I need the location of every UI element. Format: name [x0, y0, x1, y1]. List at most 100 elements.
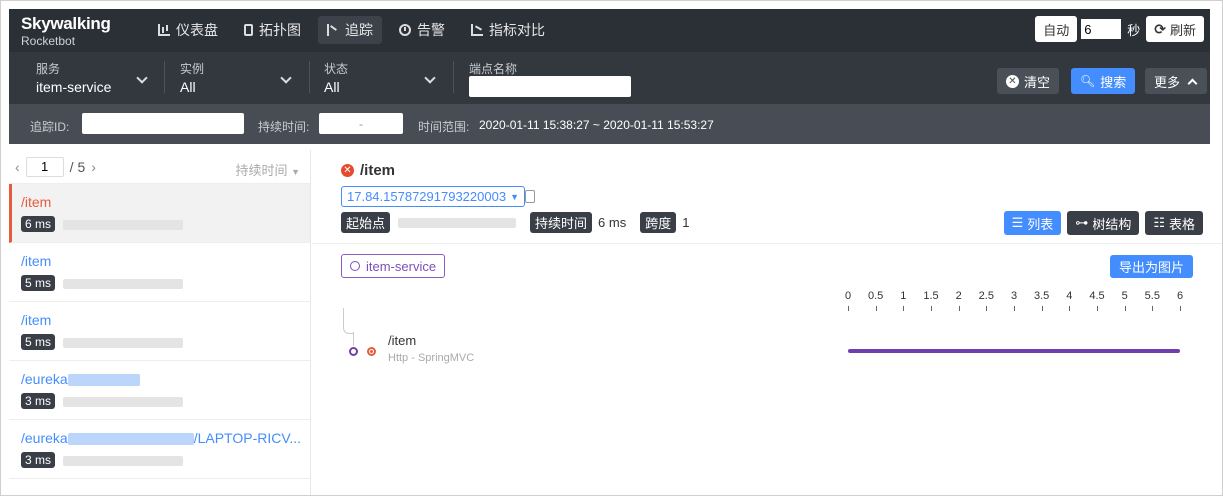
divider	[453, 61, 454, 93]
redacted-start-time	[398, 217, 517, 228]
nav-trace[interactable]: 追踪	[318, 16, 382, 44]
span-toggle-icon[interactable]	[349, 347, 358, 356]
caret-down-icon: ▼	[510, 191, 519, 202]
trace-list-item[interactable]: /item 6 ms	[9, 184, 310, 243]
tab-tree[interactable]: ⊶ 树结构	[1067, 211, 1140, 235]
duration-value: 6 ms	[598, 215, 627, 230]
refresh-icon: ⟳	[1154, 20, 1166, 37]
service-tag: item-service	[341, 254, 446, 278]
clear-button[interactable]: ✕ 清空	[997, 68, 1060, 94]
clear-label: 清空	[1024, 74, 1051, 90]
instance-select[interactable]: 实例 All	[180, 60, 292, 98]
tab-label: 列表	[1027, 216, 1054, 232]
search-label: 搜索	[1100, 74, 1127, 90]
prev-page-icon[interactable]: ‹	[15, 159, 20, 175]
divider	[312, 243, 1222, 244]
redacted-time	[63, 337, 184, 348]
axis-tick-label: 5	[1121, 290, 1128, 302]
axis-tick-label: 2.5	[978, 290, 994, 302]
axis-tick-label: 5.5	[1144, 290, 1160, 302]
axis-tick-mark	[1069, 306, 1071, 311]
axis-tick-mark	[903, 306, 905, 311]
copy-icon[interactable]	[525, 190, 535, 203]
trace-list-item[interactable]: /item 5 ms	[9, 302, 310, 361]
top-navbar: Skywalking Rocketbot 仪表盘 拓扑图 追踪 告警 指标对比 …	[9, 9, 1210, 52]
redacted-time	[63, 219, 184, 230]
span-name[interactable]: /item	[388, 333, 416, 348]
nav-label: 指标对比	[489, 22, 545, 38]
axis-tick-label: 1	[900, 290, 907, 302]
nav-alarm[interactable]: 告警	[390, 16, 454, 44]
axis-tick-mark	[1041, 306, 1043, 311]
divider	[164, 61, 165, 93]
brand-name: Skywalking	[21, 14, 111, 33]
trace-id-value: 17.84.15787291793220003	[347, 189, 507, 204]
duration-badge: 5 ms	[21, 334, 56, 350]
trace-list-item[interactable]: /eureka/LAPTOP-RICV... 3 ms	[9, 420, 310, 479]
chevron-up-icon	[1187, 78, 1198, 88]
trace-name-row: /eureka/LAPTOP-RICV...	[21, 430, 306, 446]
axis-tick-label: 3.5	[1034, 290, 1050, 302]
span-component: Http - SpringMVC	[388, 352, 475, 364]
time-range-value[interactable]: 2020-01-11 15:38:27 ~ 2020-01-11 15:53:2…	[479, 118, 714, 132]
service-label: 服务	[36, 62, 61, 76]
tab-list[interactable]: ☰ 列表	[1003, 211, 1062, 235]
axis-tick-mark	[1097, 306, 1098, 311]
trace-name: /eureka	[21, 371, 68, 387]
trace-name-row: /eureka	[21, 371, 306, 387]
span-value: 1	[682, 215, 690, 230]
clear-icon: ✕	[1006, 74, 1019, 88]
service-select[interactable]: 服务 item-service	[36, 60, 148, 98]
nav-dashboard[interactable]: 仪表盘	[149, 16, 227, 44]
trace-title-text: /item	[360, 162, 396, 179]
time-range-label: 时间范围:	[418, 120, 470, 134]
trace-list-item[interactable]: /item 5 ms	[9, 243, 310, 302]
nav-topology[interactable]: 拓扑图	[235, 16, 310, 44]
axis-tick-mark	[875, 306, 877, 311]
duration-badge: 3 ms	[21, 452, 56, 468]
search-button[interactable]: 🔍︎ 搜索	[1071, 68, 1136, 94]
more-button[interactable]: 更多	[1145, 68, 1208, 94]
refresh-button[interactable]: ⟳ 刷新	[1146, 16, 1204, 42]
refresh-interval-input[interactable]	[1081, 19, 1122, 39]
span-label: 跨度	[640, 212, 677, 233]
refresh-controls: 自动 秒 ⟳刷新	[1035, 16, 1204, 42]
advanced-filter-bar: 追踪ID: 持续时间: 时间范围: 2020-01-11 15:38:27 ~ …	[9, 104, 1210, 144]
span-duration-bar[interactable]	[848, 349, 1180, 353]
tab-table[interactable]: ☷ 表格	[1145, 211, 1203, 235]
axis-tick-label: 0	[844, 290, 852, 302]
nav-label: 追踪	[345, 22, 373, 38]
view-tabs: ☰ 列表 ⊶ 树结构 ☷ 表格	[1003, 211, 1203, 235]
pagination: ‹ / 5 › 持续时间 ▼	[9, 150, 310, 184]
next-page-icon[interactable]: ›	[91, 159, 96, 175]
compare-icon	[471, 24, 483, 36]
sort-label: 持续时间	[235, 163, 288, 178]
nav-compare[interactable]: 指标对比	[462, 16, 554, 44]
divider	[309, 61, 310, 93]
duration-input[interactable]	[319, 113, 403, 134]
axis-tick-label: 4.5	[1089, 290, 1105, 302]
redacted-time	[63, 396, 184, 407]
axis-tick-mark	[931, 306, 932, 311]
status-select[interactable]: 状态 All	[324, 60, 436, 98]
circle-icon	[350, 261, 360, 271]
trace-id-input[interactable]	[82, 113, 244, 134]
axis-tick-mark	[1180, 306, 1181, 311]
trace-id-select[interactable]: 17.84.15787291793220003 ▼	[341, 186, 525, 207]
trace-list-item[interactable]: /eureka 3 ms	[9, 361, 310, 420]
tab-label: 树结构	[1092, 216, 1132, 232]
alarm-icon	[399, 24, 411, 36]
auto-refresh-button[interactable]: 自动	[1035, 16, 1078, 42]
duration-badge: 6 ms	[21, 216, 56, 232]
trace-name: /eureka	[21, 430, 68, 446]
service-tag-label: item-service	[366, 258, 437, 274]
status-value: All	[324, 79, 340, 95]
export-image-button[interactable]: 导出为图片	[1109, 255, 1193, 278]
error-icon: ✕	[341, 164, 354, 177]
page-input[interactable]	[25, 156, 64, 177]
duration-badge: 3 ms	[21, 393, 56, 409]
sort-duration-button[interactable]: 持续时间 ▼	[235, 160, 300, 179]
trace-name-tail: /LAPTOP-RICV...	[193, 430, 302, 446]
endpoint-input[interactable]	[469, 76, 631, 97]
dashboard-icon	[158, 24, 170, 36]
